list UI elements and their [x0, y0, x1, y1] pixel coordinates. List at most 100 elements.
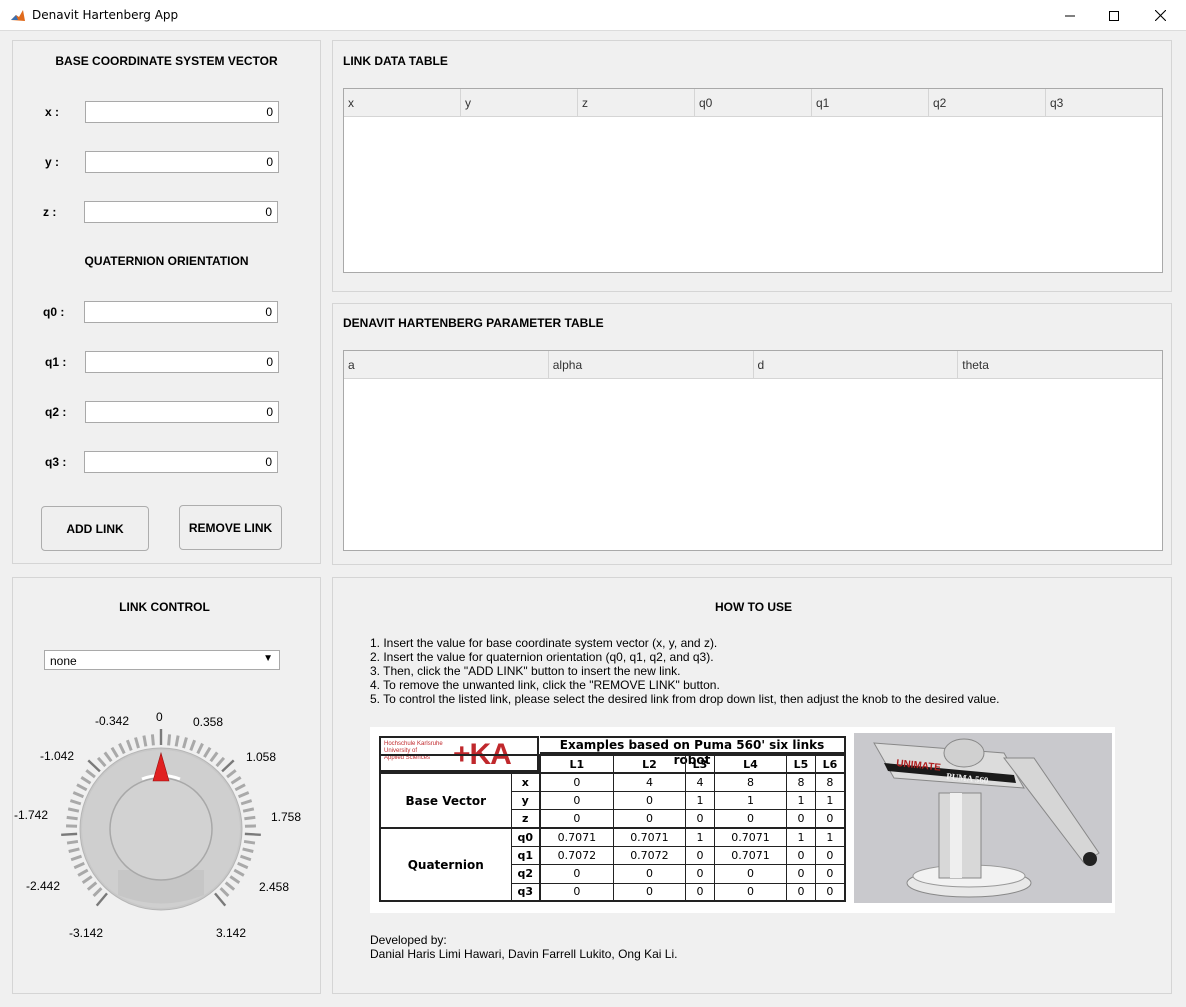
- knob-tick: [240, 799, 253, 806]
- column-header-q2[interactable]: q2: [929, 89, 1046, 116]
- table-cell: 0: [539, 864, 614, 884]
- knob-tick: [224, 881, 236, 891]
- knob-tick: [77, 868, 89, 877]
- table-header: L4: [713, 754, 788, 774]
- column-header-z[interactable]: z: [578, 89, 695, 116]
- knob-tick: [226, 769, 237, 779]
- table-cell: 0: [814, 882, 846, 902]
- step-text: 2. Insert the value for quaternion orien…: [370, 650, 714, 664]
- table-cell: 0: [814, 809, 846, 829]
- link-data-table[interactable]: x y z q0 q1 q2 q3: [343, 88, 1163, 273]
- knob-tick: [239, 854, 252, 862]
- table-header: L2: [612, 754, 687, 774]
- knob-tick: [237, 861, 249, 870]
- knob-tick: [209, 751, 219, 763]
- column-header-alpha[interactable]: alpha: [549, 351, 754, 378]
- knob-label: 1.058: [246, 750, 277, 764]
- knob-tick: [215, 756, 226, 768]
- table-cell: 1: [786, 791, 816, 811]
- knob-tick: [66, 839, 79, 845]
- knob-tick: [233, 868, 245, 877]
- developer-credits: Developed by: Danial Haris Limi Hawari, …: [370, 933, 677, 961]
- knob-tick: [95, 892, 108, 907]
- knob-tick: [150, 734, 155, 746]
- column-header-x[interactable]: x: [344, 89, 461, 116]
- table-cell: 0: [786, 864, 816, 884]
- table-header: L3: [685, 754, 715, 774]
- table-cell: 0: [685, 845, 715, 866]
- maximize-button[interactable]: [1091, 0, 1137, 31]
- knob-tick: [182, 737, 188, 749]
- column-header-a[interactable]: a: [344, 351, 549, 378]
- table-cell: 4: [612, 772, 687, 793]
- maximize-icon: [1109, 10, 1119, 21]
- knob-label: 0: [156, 710, 163, 724]
- knob-tick: [80, 776, 92, 785]
- knob-tick: [96, 756, 107, 768]
- group-label: Base Vector: [379, 772, 512, 830]
- row-label: y: [510, 791, 541, 811]
- knob-tick: [242, 807, 255, 813]
- table-header: L1: [539, 754, 614, 774]
- knob-tick: [68, 847, 80, 853]
- table-cell: 0: [612, 809, 687, 829]
- minimize-icon: [1065, 15, 1075, 16]
- knob-tick: [221, 759, 235, 773]
- knob-tick: [69, 799, 82, 806]
- knob-tick: [92, 887, 103, 898]
- knob-tick: [243, 839, 256, 845]
- developed-by-label: Developed by:: [370, 933, 447, 947]
- column-header-d[interactable]: d: [754, 351, 959, 378]
- knob-tick: [86, 881, 98, 891]
- knob-label: -1.042: [40, 749, 75, 763]
- step-text: 1. Insert the value for base coordinate …: [370, 636, 718, 650]
- knob-tick: [242, 847, 254, 853]
- knob-tick: [189, 739, 197, 751]
- table-corner: [379, 754, 541, 774]
- table-cell: 1: [685, 791, 715, 811]
- dh-parameter-table[interactable]: a alpha d theta: [343, 350, 1163, 551]
- minimize-button[interactable]: [1047, 0, 1093, 31]
- knob-tick: [230, 776, 242, 785]
- table-cell: 0: [713, 809, 788, 829]
- knob-tick: [134, 737, 140, 749]
- knob-tick: [103, 751, 113, 763]
- table-cell: 0.7071: [713, 845, 788, 866]
- table-cell: 8: [786, 772, 816, 793]
- row-label: q3: [510, 882, 541, 902]
- column-header-q0[interactable]: q0: [695, 89, 812, 116]
- knob-tick: [244, 815, 256, 821]
- table-cell: 1: [814, 827, 846, 847]
- knob-tick: [229, 875, 241, 884]
- table-cell: 0: [539, 791, 614, 811]
- column-header-theta[interactable]: theta: [958, 351, 1162, 378]
- table-cell: 0: [786, 809, 816, 829]
- column-header-q3[interactable]: q3: [1046, 89, 1162, 116]
- column-header-y[interactable]: y: [461, 89, 578, 116]
- table-cell: 4: [685, 772, 715, 793]
- close-button[interactable]: [1137, 0, 1183, 31]
- table-cell: 1: [814, 791, 846, 811]
- link-data-header: x y z q0 q1 q2 q3: [344, 89, 1162, 117]
- link-data-title: LINK DATA TABLE: [343, 54, 448, 68]
- knob-center[interactable]: [109, 777, 213, 881]
- how-to-use-steps: 1. Insert the value for base coordinate …: [370, 636, 999, 706]
- knob-tick: [237, 791, 250, 799]
- knob-tick: [73, 861, 85, 870]
- row-label: x: [510, 772, 541, 793]
- step-text: 4. To remove the unwanted link, click th…: [370, 678, 720, 692]
- knob-label: -0.342: [95, 714, 130, 728]
- knob-tick: [125, 739, 133, 751]
- knob-tick: [87, 759, 101, 773]
- link-knob[interactable]: [0, 0, 330, 1000]
- column-header-q1[interactable]: q1: [812, 89, 929, 116]
- close-icon: [1154, 10, 1166, 21]
- table-cell: 0: [612, 864, 687, 884]
- how-to-use-title: HOW TO USE: [714, 600, 793, 614]
- table-cell: 1: [685, 827, 715, 847]
- step-text: 3. Then, click the "ADD LINK" button to …: [370, 664, 681, 678]
- row-label: q0: [510, 827, 541, 847]
- table-cell: 0.7072: [612, 845, 687, 866]
- knob-label: 1.758: [271, 810, 302, 824]
- knob-label: 3.142: [216, 926, 247, 940]
